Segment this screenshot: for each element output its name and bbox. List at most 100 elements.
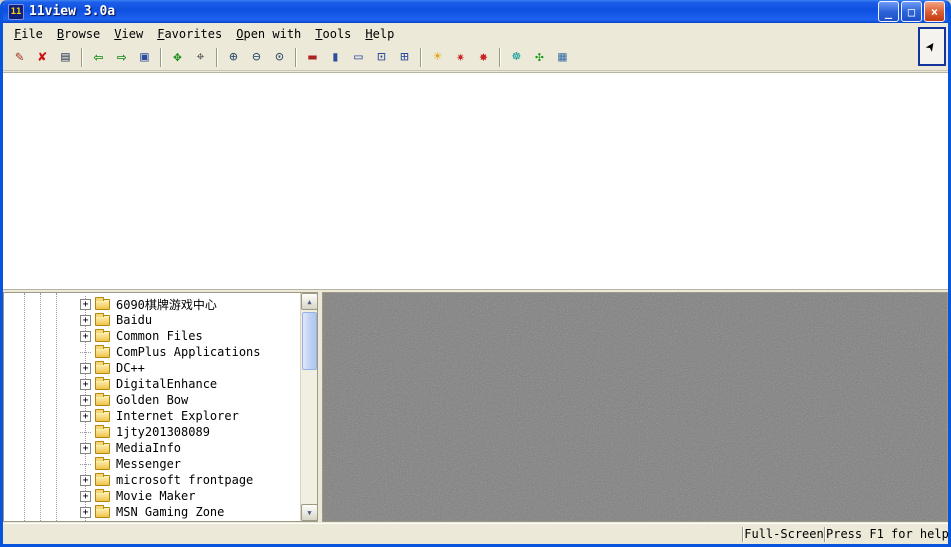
menu-file[interactable]: File <box>7 25 50 43</box>
dual-view-icon: ⊞ <box>400 50 408 64</box>
dual-view-button[interactable]: ⊞ <box>393 47 416 68</box>
tree-item[interactable]: + 6090棋牌游戏中心 <box>4 296 300 312</box>
expand-icon[interactable]: + <box>80 299 91 310</box>
wallpaper-button[interactable]: ▦ <box>551 47 574 68</box>
expand-icon[interactable]: + <box>80 491 91 502</box>
menu-bar: File Browse View Favorites Open with Too… <box>3 23 948 44</box>
tree-item[interactable]: + Movie Maker <box>4 488 300 504</box>
links-button[interactable]: ✣ <box>528 47 551 68</box>
tree-item[interactable]: ComPlus Applications <box>4 344 300 360</box>
filmstrip-button[interactable]: ▮ <box>324 47 347 68</box>
zoom-out-icon: ⊖ <box>252 50 260 64</box>
tree-connector <box>80 352 91 353</box>
menu-open-with[interactable]: Open with <box>229 25 308 43</box>
app-window: 11 11view 3.0a _ □ × File Browse View Fa… <box>0 0 951 547</box>
preview-noise-texture <box>323 293 947 521</box>
tree-item-label: 6090棋牌游戏中心 <box>116 296 217 313</box>
fit-window-icon: ✥ <box>173 50 181 64</box>
tree-item-label: ComPlus Applications <box>116 345 261 359</box>
scroll-down-icon[interactable]: ▼ <box>301 504 318 521</box>
full-screen-button[interactable]: ▭ <box>347 47 370 68</box>
zoom-out-button[interactable]: ⊖ <box>245 47 268 68</box>
expand-icon[interactable]: + <box>80 475 91 486</box>
tree-item[interactable]: + Baidu <box>4 312 300 328</box>
minimize-button[interactable]: _ <box>878 1 899 22</box>
tree-item[interactable]: + DigitalEnhance <box>4 376 300 392</box>
tree-item[interactable]: + microsoft frontpage <box>4 472 300 488</box>
expand-icon[interactable]: + <box>80 507 91 518</box>
tree-item[interactable]: + DC++ <box>4 360 300 376</box>
tree-item[interactable]: + Common Files <box>4 328 300 344</box>
close-button[interactable]: × <box>924 1 945 22</box>
edit-button[interactable]: ✎ <box>8 47 31 68</box>
tree-item[interactable]: + MSN Gaming Zone <box>4 504 300 520</box>
fullscreen-icon: ▭ <box>354 50 362 64</box>
menu-view[interactable]: View <box>107 25 150 43</box>
tree-item-label: MSN Gaming Zone <box>116 505 224 519</box>
folder-icon <box>95 491 110 502</box>
sharpen-icon: ✸ <box>479 50 487 64</box>
tree-item[interactable]: + MediaInfo <box>4 440 300 456</box>
expand-icon[interactable]: + <box>80 443 91 454</box>
expand-icon[interactable]: + <box>80 363 91 374</box>
folder-icon <box>95 427 110 438</box>
expand-icon[interactable]: + <box>80 315 91 326</box>
save-button[interactable]: ▣ <box>133 47 156 68</box>
menu-browse[interactable]: Browse <box>50 25 107 43</box>
title-bar[interactable]: 11 11view 3.0a _ □ × <box>3 0 948 23</box>
menu-help[interactable]: Help <box>358 25 401 43</box>
zoom-reset-button[interactable]: ⊙ <box>268 47 291 68</box>
sharpen-button[interactable]: ✸ <box>472 47 495 68</box>
tree-item[interactable]: + Internet Explorer <box>4 408 300 424</box>
thumbnails-button[interactable]: ▬ <box>301 47 324 68</box>
expand-icon[interactable]: + <box>80 331 91 342</box>
edit-icon: ✎ <box>15 50 23 64</box>
brightness-icon: ☀ <box>433 50 441 64</box>
forward-icon: ⇨ <box>117 49 127 65</box>
pointer-tool-button[interactable]: ➤ <box>918 27 946 66</box>
expand-icon[interactable]: + <box>80 411 91 422</box>
tree-item[interactable]: + Golden Bow <box>4 392 300 408</box>
folder-icon <box>95 379 110 390</box>
delete-button[interactable]: ✘ <box>31 47 54 68</box>
slideshow-button[interactable]: ⊡ <box>370 47 393 68</box>
tree-connector <box>80 464 91 465</box>
plugins-button[interactable]: ☸ <box>505 47 528 68</box>
folder-icon <box>95 443 110 454</box>
tree-scrollbar[interactable]: ▲ ▼ <box>300 293 317 521</box>
expand-icon[interactable]: + <box>80 379 91 390</box>
back-button[interactable]: ⇦ <box>87 47 110 68</box>
zoom-in-button[interactable]: ⊕ <box>222 47 245 68</box>
tree-item-label: microsoft frontpage <box>116 473 253 487</box>
status-bar: Full-Screen Press F1 for help <box>3 523 948 544</box>
forward-button[interactable]: ⇨ <box>110 47 133 68</box>
brightness-button[interactable]: ☀ <box>426 47 449 68</box>
find-button[interactable]: ⌖ <box>189 47 212 68</box>
bottom-pane: + 6090棋牌游戏中心 + Baidu + Common Files <box>3 292 948 522</box>
toolbar-separator <box>499 48 501 67</box>
tree-item-label: Golden Bow <box>116 393 188 407</box>
folder-icon <box>95 395 110 406</box>
delete-icon: ✘ <box>38 50 46 64</box>
toolbar: ✎ ✘ ▤ ⇦ ⇨ ▣ ✥ ⌖ ⊕ ⊖ ⊙ ▬ ▮ ▭ ⊡ ⊞ ☀ ✷ ✸ ☸ … <box>3 44 948 71</box>
tree-item[interactable]: Messenger <box>4 456 300 472</box>
folder-tree: + 6090棋牌游戏中心 + Baidu + Common Files <box>4 293 300 521</box>
fit-to-window-button[interactable]: ✥ <box>166 47 189 68</box>
tree-item-label: 1jty201308089 <box>116 425 210 439</box>
expand-icon[interactable]: + <box>80 395 91 406</box>
menu-favorites[interactable]: Favorites <box>150 25 229 43</box>
effects-icon: ✷ <box>456 50 464 64</box>
preview-pane <box>322 292 948 522</box>
app-icon[interactable]: 11 <box>8 4 24 20</box>
maximize-button[interactable]: □ <box>901 1 922 22</box>
scroll-up-icon[interactable]: ▲ <box>301 293 318 310</box>
toolbar-separator <box>420 48 422 67</box>
tree-item[interactable]: 1jty201308089 <box>4 424 300 440</box>
print-button[interactable]: ▤ <box>54 47 77 68</box>
folder-icon <box>95 363 110 374</box>
menu-tools[interactable]: Tools <box>308 25 358 43</box>
scrollbar-thumb[interactable] <box>302 312 317 370</box>
effects-button[interactable]: ✷ <box>449 47 472 68</box>
tree-item-label: Baidu <box>116 313 152 327</box>
toolbar-separator <box>160 48 162 67</box>
